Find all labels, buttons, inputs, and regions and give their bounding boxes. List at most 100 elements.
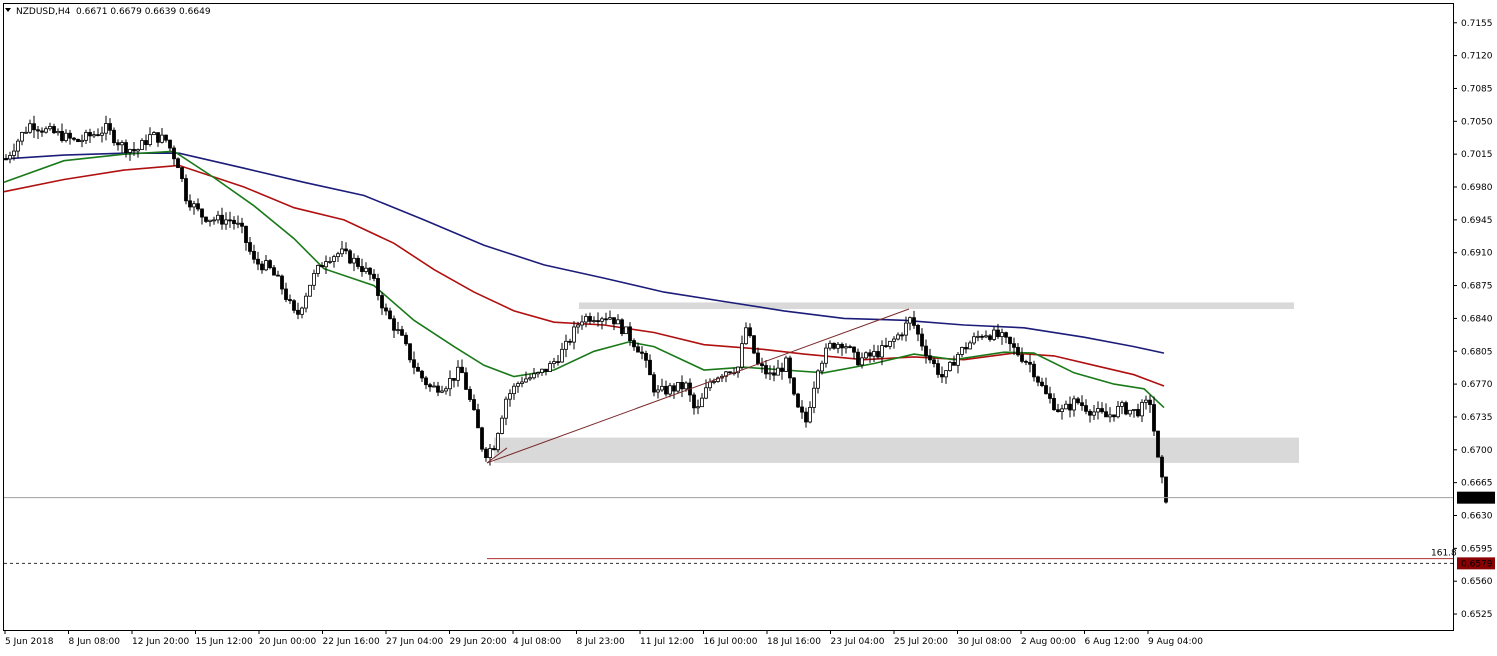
candle-body: [428, 384, 432, 388]
candle-body: [1128, 409, 1132, 415]
candle-body: [100, 132, 104, 136]
y-axis: 0.7155 0.7120 0.7085 0.7050 0.7015 0.6980 0.69…: [1453, 19, 1495, 620]
x-tick-label: 27 Jun 04:00: [386, 637, 443, 647]
candle-body: [1116, 406, 1120, 418]
candle-body: [16, 140, 20, 152]
candle-body: [412, 359, 416, 368]
candle-body: [940, 374, 944, 378]
candle-body: [788, 357, 792, 379]
candle-body: [436, 385, 440, 393]
candle-body: [500, 417, 504, 434]
candle-body: [300, 307, 304, 315]
candle-body: [244, 225, 248, 243]
x-tick-label: 22 Jun 16:00: [323, 637, 380, 647]
candle-body: [484, 448, 488, 459]
candle-body: [1096, 408, 1100, 413]
candle-body: [820, 362, 824, 372]
candle-body: [352, 257, 356, 264]
candle-body: [756, 352, 760, 365]
candle-body: [740, 343, 744, 368]
candle-body: [480, 427, 484, 450]
candle-body: [508, 393, 512, 400]
candle-body: [540, 368, 544, 373]
candle-body: [1028, 361, 1032, 365]
candle-body: [1136, 409, 1140, 417]
candle-body: [664, 385, 668, 395]
price-chart[interactable]: NZDUSD,H4 0.6671 0.6679 0.6639 0.6649 16…: [0, 0, 1497, 652]
candle-body: [1080, 402, 1084, 406]
candle-body: [296, 309, 300, 315]
candle-body: [304, 295, 308, 309]
candle-body: [1160, 456, 1164, 478]
candle-body: [628, 326, 632, 341]
candle-body: [808, 407, 812, 423]
candle-body: [1072, 398, 1076, 411]
candle-body: [456, 366, 460, 381]
candle-body: [140, 140, 144, 150]
candle-body: [584, 316, 588, 323]
candle-body: [228, 219, 232, 222]
candle-body: [844, 346, 848, 349]
x-tick-label: 18 Jul 16:00: [767, 637, 821, 647]
candle-body: [728, 371, 732, 374]
candle-body: [648, 359, 652, 376]
candle-body: [856, 351, 860, 366]
candle-body: [800, 406, 804, 413]
candle-body: [120, 142, 124, 146]
candle-body: [588, 316, 592, 322]
candle-body: [544, 368, 548, 372]
candle-body: [464, 372, 468, 390]
chart-window[interactable]: NZDUSD,H4 0.6671 0.6679 0.6639 0.6649 16…: [0, 0, 1497, 652]
y-tick-label: 0.6875: [1461, 282, 1493, 292]
candle-body: [520, 381, 524, 384]
candle-body: [52, 126, 56, 134]
candle-body: [908, 317, 912, 324]
candle-body: [1020, 354, 1024, 362]
candle-body: [268, 260, 272, 269]
candle-body: [996, 329, 1000, 338]
candle-body: [444, 388, 448, 392]
candle-body: [404, 334, 408, 345]
candle-body: [516, 383, 520, 387]
candle-body: [512, 385, 516, 395]
candle-body: [44, 128, 48, 133]
candle-body: [620, 319, 624, 335]
candle-body: [1040, 381, 1044, 387]
candle-body: [56, 130, 60, 134]
candle-body: [92, 134, 96, 137]
candle-body: [4, 158, 8, 161]
candle-body: [312, 273, 316, 286]
candle-body: [668, 385, 672, 395]
candle-body: [644, 352, 648, 361]
candle-body: [1148, 399, 1152, 405]
candle-body: [932, 359, 936, 364]
candle-body: [276, 274, 280, 277]
candle-body: [560, 348, 564, 363]
candle-body: [776, 367, 780, 376]
candle-body: [864, 352, 868, 359]
x-tick-label: 5 Jun 2018: [5, 637, 54, 647]
candle-body: [388, 310, 392, 320]
candle-body: [832, 342, 836, 349]
candle-body: [256, 258, 260, 265]
candle-body: [1112, 414, 1116, 418]
candle-body: [1152, 404, 1156, 432]
candle-body: [148, 134, 152, 146]
candle-body: [984, 335, 988, 338]
candle-body: [652, 374, 656, 393]
candle-body: [28, 123, 32, 133]
candle-body: [104, 123, 108, 134]
candle-body: [988, 335, 992, 340]
candle-body: [504, 398, 508, 419]
candle-body: [956, 354, 960, 366]
candle-body: [672, 385, 676, 392]
candle-body: [408, 343, 412, 361]
candle-body: [1088, 410, 1092, 416]
candle-body: [272, 267, 276, 276]
candle-body: [208, 219, 212, 222]
candle-body: [748, 327, 752, 337]
candle-body: [76, 138, 80, 143]
candle-body: [492, 448, 496, 451]
x-tick-label: 6 Aug 12:00: [1085, 637, 1140, 647]
y-tick-label: 0.7155: [1461, 19, 1493, 29]
